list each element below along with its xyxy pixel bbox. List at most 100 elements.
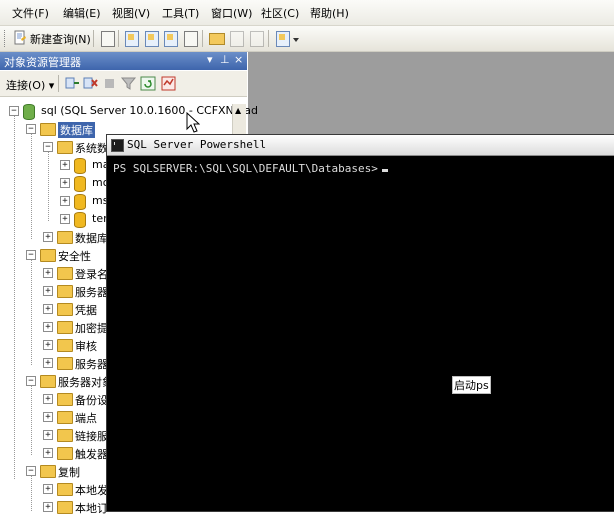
collapse-icon[interactable]: −	[26, 466, 36, 476]
object-explorer-titlebar: 对象资源管理器 ▾ ⊥ ×	[0, 52, 247, 70]
tree-node-label: 端点	[75, 412, 97, 425]
new-query-icon	[14, 30, 26, 45]
expand-icon[interactable]: +	[43, 412, 53, 422]
expand-icon[interactable]: +	[43, 394, 53, 404]
powershell-icon	[111, 139, 124, 152]
expand-icon[interactable]: +	[43, 232, 53, 242]
menu-community[interactable]: 社区(C)	[261, 5, 299, 21]
expand-icon[interactable]: +	[43, 304, 53, 314]
powershell-titlebar[interactable]: SQL Server Powershell	[107, 135, 614, 156]
expand-icon[interactable]: +	[43, 340, 53, 350]
open-file-button[interactable]	[207, 29, 225, 47]
new-query-label: 新建查询(N)	[30, 33, 91, 46]
tree-node-label: 登录名	[75, 268, 108, 281]
scroll-up-icon[interactable]: ▲	[235, 106, 241, 115]
expand-icon[interactable]: +	[43, 268, 53, 278]
activity-icon[interactable]	[160, 75, 177, 92]
database-icon	[74, 194, 86, 210]
expand-icon[interactable]: +	[60, 160, 70, 170]
powershell-console[interactable]: PS SQLSERVER:\SQL\SQL\DEFAULT\Databases>	[107, 156, 614, 511]
filter-icon[interactable]	[120, 75, 137, 92]
database-engine-query-button[interactable]	[122, 29, 140, 47]
prompt-text: PS SQLSERVER:\SQL\SQL\DEFAULT\Databases>	[113, 162, 378, 175]
object-explorer-title: 对象资源管理器	[4, 56, 81, 69]
expand-icon[interactable]: +	[60, 214, 70, 224]
tree-node-label: 触发器	[75, 448, 108, 461]
folder-icon	[57, 231, 73, 244]
expand-icon[interactable]: +	[43, 322, 53, 332]
refresh-icon[interactable]	[140, 75, 157, 92]
activity-monitor-button[interactable]	[273, 29, 291, 47]
expand-icon[interactable]: +	[43, 358, 53, 368]
collapse-icon[interactable]: −	[26, 124, 36, 134]
folder-icon	[57, 393, 73, 406]
tree-scrollbar[interactable]: ▲	[232, 104, 246, 134]
analysis-query-button[interactable]	[142, 29, 160, 47]
expand-icon[interactable]: +	[43, 484, 53, 494]
database-icon	[74, 212, 86, 228]
expand-icon[interactable]: +	[43, 430, 53, 440]
mouse-pointer-icon	[186, 112, 200, 133]
save-all-button[interactable]	[247, 29, 265, 47]
document-icon	[101, 31, 115, 47]
query-icon	[164, 31, 178, 47]
toolbar-grip[interactable]	[4, 30, 8, 47]
auto-hide-pin-icon[interactable]: ⊥	[220, 53, 230, 66]
folder-icon	[57, 267, 73, 280]
stop-icon[interactable]	[101, 75, 118, 92]
connect-icon[interactable]	[64, 75, 81, 92]
toolbar-overflow-icon[interactable]	[293, 38, 299, 42]
toolbar-separator	[118, 30, 119, 47]
connect-dropdown[interactable]: 连接(O) ▾	[6, 77, 54, 93]
expand-icon[interactable]: +	[43, 286, 53, 296]
xmla-query-button[interactable]	[181, 29, 199, 47]
collapse-icon[interactable]: −	[9, 106, 19, 116]
collapse-icon[interactable]: −	[26, 376, 36, 386]
toolbar-separator	[268, 30, 269, 47]
query-icon	[125, 31, 139, 47]
tree-node-label: 凭据	[75, 304, 97, 317]
powershell-prompt[interactable]: PS SQLSERVER:\SQL\SQL\DEFAULT\Databases>	[113, 162, 388, 175]
disconnect-icon[interactable]	[82, 75, 99, 92]
close-icon[interactable]: ×	[234, 53, 243, 66]
collapse-icon[interactable]: −	[26, 250, 36, 260]
menu-tools[interactable]: 工具(T)	[162, 5, 199, 21]
monitor-icon	[276, 31, 290, 47]
tree-node-label: 系统数	[75, 142, 108, 155]
expand-icon[interactable]: +	[43, 448, 53, 458]
tree-node-label: 服务器对象	[58, 376, 113, 389]
folder-icon	[40, 465, 56, 478]
save-button[interactable]	[227, 29, 245, 47]
menu-edit[interactable]: 编辑(E)	[63, 5, 101, 21]
tree-node-label: sql (SQL Server 10.0.1600 - CCFXNY\ad	[41, 104, 258, 117]
tree-node-label: 本地发	[75, 484, 108, 497]
folder-icon	[57, 303, 73, 316]
menu-file[interactable]: 文件(F)	[12, 5, 49, 21]
toolbar-separator	[93, 30, 94, 47]
folder-icon	[57, 321, 73, 334]
expand-icon[interactable]: +	[60, 196, 70, 206]
tree-node-label: 服务器	[75, 358, 108, 371]
database-icon	[74, 158, 86, 174]
menu-view[interactable]: 视图(V)	[112, 5, 150, 21]
collapse-icon[interactable]: −	[43, 142, 53, 152]
expand-icon[interactable]: +	[60, 178, 70, 188]
menu-window[interactable]: 窗口(W)	[211, 5, 252, 21]
tree-node-label: 复制	[58, 466, 80, 479]
folder-icon	[40, 375, 56, 388]
expand-icon[interactable]: +	[43, 502, 53, 512]
mdx-query-button[interactable]	[161, 29, 179, 47]
folder-icon	[40, 123, 56, 136]
menu-help[interactable]: 帮助(H)	[310, 5, 349, 21]
folder-icon	[40, 249, 56, 262]
document-area-background	[248, 52, 614, 138]
tree-node-label: 服务器	[75, 286, 108, 299]
menu-bar: 文件(F) 编辑(E) 视图(V) 工具(T) 窗口(W) 社区(C) 帮助(H…	[0, 0, 614, 26]
new-file-button[interactable]	[98, 29, 116, 47]
window-position-icon[interactable]: ▾	[207, 53, 213, 66]
powershell-window[interactable]: SQL Server Powershell PS SQLSERVER:\SQL\…	[106, 134, 614, 512]
tree-node-label: 链接服	[75, 430, 108, 443]
document-icon	[184, 31, 198, 47]
server-icon	[23, 104, 35, 120]
toolbar-separator	[202, 30, 203, 47]
